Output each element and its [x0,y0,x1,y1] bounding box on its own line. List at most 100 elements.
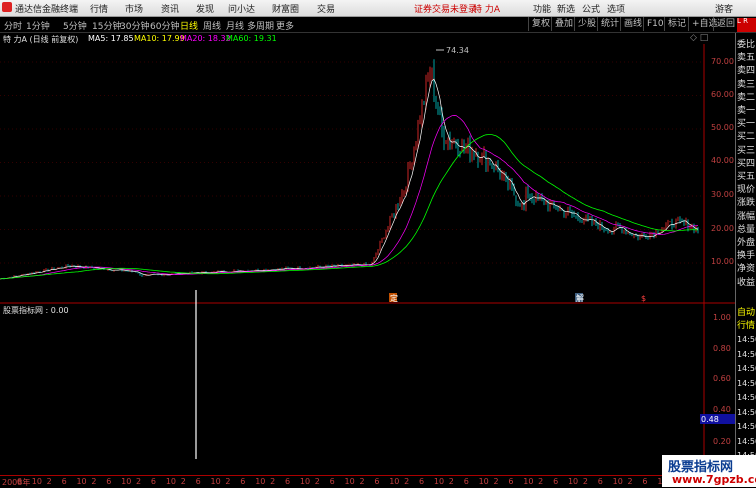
y-label-10: 10.00 [711,257,734,266]
tick-time: 14:50 [737,378,756,388]
menu-item-news[interactable]: 资讯 [161,2,179,15]
x-tick-label: 6 [374,477,380,486]
menu-new-select[interactable]: 新选 [557,2,575,15]
tab-weekly[interactable]: 周线 [203,19,221,32]
y-label-60: 60.00 [711,90,734,99]
tab-timeshare[interactable]: 分时 [4,19,22,32]
share-button[interactable]: 少股 [574,17,599,31]
y-label-50: 50.00 [711,123,734,132]
quote-label: 买二 [737,132,756,143]
ind-label-080: 0.80 [713,344,731,353]
tab-daily[interactable]: 日线 [180,19,198,32]
x-tick-label: 6 [106,477,112,486]
x-tick-label: 10 [299,477,311,486]
menu-guest[interactable]: 游客 [715,2,733,15]
x-tick-label: 10 [76,477,87,486]
x-tick-label: 10 [255,477,266,486]
menu-options[interactable]: 选项 [607,2,625,15]
menu-formula[interactable]: 公式 [582,2,600,15]
quote-label: 卖一 [737,106,756,116]
x-tick-label: 10 [523,477,534,486]
tab-5min[interactable]: 5分钟 [63,19,87,32]
menu-item-wealth[interactable]: 财富圈 [272,2,299,15]
quote-label: 买五 [737,172,756,182]
x-tick-label: 6 [419,477,425,486]
candle-series [0,59,699,280]
menu-item-trade[interactable]: 交易 [317,2,335,15]
tab-60min[interactable]: 60分钟 [150,19,179,32]
x-tick-label: 6 [597,477,603,486]
back-button[interactable]: 返回 [713,17,738,31]
x-tick-label: 10 [478,477,489,486]
mark-button[interactable]: 标记 [664,17,689,31]
quote-label: 委比 [737,40,756,50]
x-tick-label: 6 [329,477,335,486]
x-tick-label: 2 [91,477,97,486]
draw-button[interactable]: 画线 [620,17,645,31]
x-tick-label: 6 [61,477,67,486]
chart-settings-icon[interactable]: ◇ □ [690,33,708,43]
ma10-value: MA10: 17.99 [134,34,185,43]
watermark-url: www.7gpzb.com [672,473,756,486]
quote-label: 买一 [737,119,756,130]
quote-label: 总量 [737,224,756,235]
login-status[interactable]: 证券交易未登录 [414,2,477,15]
x-tick-label: 6 [508,477,514,486]
menu-item-discover[interactable]: 发现 [196,2,214,15]
tab-multi[interactable]: 多周期 [247,19,274,32]
indicator-title: 股票指标网 : 0.00 [3,306,69,315]
tab-15min[interactable]: 15分钟 [92,19,121,32]
menu-function[interactable]: 功能 [533,2,551,15]
ma60-line [0,134,699,280]
ma60-value: MA60: 19.31 [226,34,277,43]
y-label-30: 30.00 [711,190,734,199]
x-tick-label: 6 [195,477,201,486]
menu-item-ask[interactable]: 问小达 [228,2,255,15]
tab-1min[interactable]: 1分钟 [26,19,50,32]
adjust-button[interactable]: 复权 [528,17,553,31]
quote-label: 净资 [737,264,756,275]
tick-time: 14:50 [737,349,756,359]
x-axis: 2008年 6 10 2 6 10 2 6 10 2 6 10 2 6 10 2 6 10 2 6 10 2 6 10 2 6 10… [0,475,735,488]
x-tick-label: 2 [359,477,365,486]
kline-chart[interactable]: 74.34 定 解 $ [0,44,735,459]
quote-label: 收益 [737,277,756,288]
menu-item-quotes[interactable]: 行情 [90,2,108,15]
x-tick-label: 6 [150,477,157,486]
x-tick-label: 10 [389,477,400,486]
ma20-value: MA20: 18.32 [180,34,231,43]
tab-30min[interactable]: 30分钟 [120,19,149,32]
ma5-value: MA5: 17.85 [88,34,134,43]
overlay-button[interactable]: 叠加 [551,17,576,31]
watermark: 股票指标网 www.7gpzb.com [662,455,756,487]
y-label-20: 20.00 [711,224,734,233]
x-tick-label: 2 [448,477,454,486]
menu-item-market[interactable]: 市场 [125,2,143,15]
x-tick-label: 2 [404,477,410,486]
y-label-40: 40.00 [711,156,734,165]
tick-time: 14:50 [737,335,756,344]
stats-button[interactable]: 统计 [597,17,622,31]
tab-more[interactable]: 更多 [276,19,294,32]
x-tick-label: 2 [493,477,499,486]
ind-label-060: 0.60 [713,374,731,383]
x-tick-label: 6 [463,477,469,486]
x-tick-label: 2 [314,477,320,486]
tick-time: 14:50 [737,407,756,417]
marker-ding-label: 定 [390,293,398,303]
x-tick-label: 2 [136,477,142,486]
x-tick-label: 6 [16,477,22,486]
x-tick-label: 10 [567,477,579,486]
tab-monthly[interactable]: 月线 [226,19,244,32]
x-tick-label: 6 [642,477,648,486]
x-tick-label: 2 [627,477,633,486]
menu-bar: 通达信金融终端 行情 市场 资讯 发现 问小达 财富圈 交易 证券交易未登录 特… [0,0,756,17]
x-tick-label: 10 [210,477,221,486]
level2-badge[interactable]: L R [737,18,756,32]
peak-label: 74.34 [446,46,469,55]
marker-dollar[interactable]: $ [641,294,646,303]
x-tick-label: 10 [612,477,623,486]
quote-label: 涨跌 [737,198,756,209]
quote-label: 涨幅 [737,211,756,222]
y-label-70: 70.00 [711,57,734,66]
